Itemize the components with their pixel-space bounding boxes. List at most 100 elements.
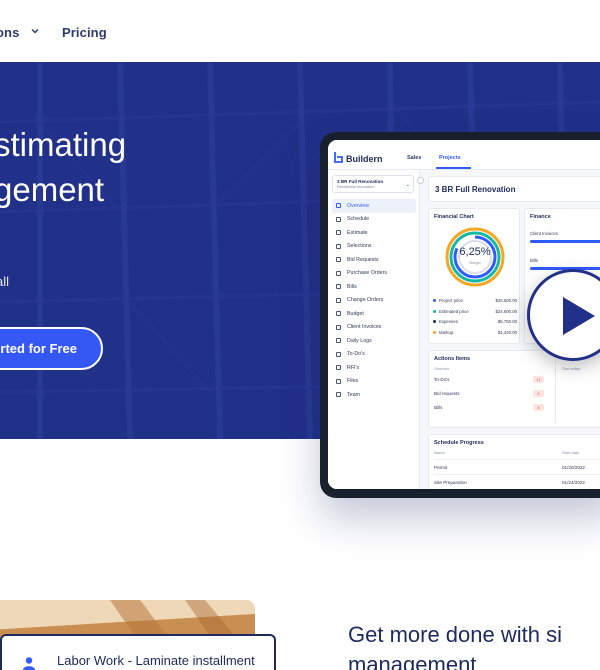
project-selector[interactable]: 3 BR Full Renovation Residential renovat… [332, 175, 414, 193]
sidebar-item-label: Purchase Orders [347, 270, 388, 277]
schedule-progress-card: Schedule Progress Name Start date Permit… [428, 434, 600, 489]
legend-dot [433, 320, 436, 323]
sidebar-item-label: Estimate [347, 229, 368, 236]
finance-client-invoices-label: Client Invoices [530, 231, 558, 236]
sidebar-item-label: To-Do's [347, 351, 365, 358]
legend-dot [433, 309, 436, 313]
financial-chart-card: Financial Chart 6,25% Margin Project pri… [428, 208, 520, 344]
sidebar-item-label: Daily Logs [347, 337, 372, 344]
margin-value: 6,25% [459, 246, 491, 258]
task-card[interactable]: Labor Work - Laminate installment [0, 634, 276, 670]
action-item-label: Bills [434, 405, 443, 410]
schedule-start-column-header: Start date [562, 450, 580, 455]
hero-title: stimating gement [0, 126, 127, 208]
sidebar-item-label: Client Invoices [347, 324, 382, 331]
sidebar-item-label: Bid Requests [347, 256, 379, 263]
action-items-title: Actions Items [434, 356, 471, 362]
budget-icon [336, 311, 341, 316]
tab-sales[interactable]: Sales [407, 155, 421, 161]
sidebar-item-change-orders[interactable]: Change Orders [332, 294, 416, 308]
action-item-count-badge: 11 [533, 376, 544, 383]
action-item-row[interactable]: Bid requests 9 [434, 390, 544, 397]
sidebar-item-files[interactable]: Files [332, 375, 416, 389]
sidebar-item-label: Overview [347, 202, 370, 209]
play-icon [563, 297, 595, 335]
nav-pricing-link[interactable]: Pricing [62, 25, 107, 40]
app-sidebar: 3 BR Full Renovation Residential renovat… [328, 170, 424, 489]
sidebar-menu: Overview Schedule Estimate Selections Bid Re… [332, 199, 416, 402]
chevron-down-icon: ⌄ [405, 182, 410, 188]
get-started-button[interactable]: rted for Free [0, 327, 103, 370]
task-title: Labor Work - Laminate installment [57, 653, 255, 668]
financial-legend-row: Project price $25,600.00 [433, 297, 517, 305]
legend-amount: $5,750.00 [497, 319, 517, 324]
schedule-task-name: Permit [434, 465, 448, 470]
finance-title: Finance [530, 214, 551, 220]
sidebar-item-bills[interactable]: Bills [332, 280, 416, 294]
chevron-down-icon[interactable] [31, 27, 39, 35]
divider [555, 361, 556, 423]
finance-bills-label: Bills [530, 258, 538, 263]
sidebar-item-label: Files [347, 378, 359, 385]
legend-label: Markup [439, 329, 454, 335]
finance-client-invoices-bar [530, 240, 600, 243]
action-item-label: To-Do's [434, 377, 450, 382]
sidebar-item-label: Budget [347, 310, 364, 317]
app-logo-text: Buildern [346, 154, 383, 164]
legend-label: Project price [439, 298, 463, 303]
margin-label: Margin [469, 261, 481, 265]
logs-icon [336, 338, 341, 343]
sidebar-item-label: Schedule [347, 216, 370, 223]
tab-projects[interactable]: Projects [439, 155, 461, 161]
calendar-icon [336, 216, 341, 222]
financial-legend-row: Estimated price $24,600.00 [433, 308, 517, 316]
sidebar-item-client-invoices[interactable]: Client Invoices [332, 321, 416, 335]
action-item-row[interactable]: To-Do's 11 [434, 376, 544, 383]
todo-icon [336, 351, 341, 357]
schedule-progress-title: Schedule Progress [434, 440, 484, 446]
schedule-row[interactable]: Permit 01/20/2022 [434, 459, 600, 473]
project-selector-name: 3 BR Full Renovation [337, 179, 384, 184]
legend-dot [433, 330, 436, 334]
sidebar-item-label: Team [347, 391, 360, 398]
bills-icon [336, 284, 341, 289]
sidebar-item-label: RFI's [347, 364, 360, 371]
legend-label: Expenses [439, 319, 458, 324]
sidebar-item-bid-requests[interactable]: Bid Requests [332, 253, 416, 267]
action-item-count-badge: 9 [533, 390, 544, 397]
sidebar-item-purchase-orders[interactable]: Purchase Orders [332, 267, 416, 281]
financial-chart-title: Financial Chart [434, 214, 474, 220]
sidebar-item-rfi-s[interactable]: RFI's [332, 361, 416, 375]
financial-legend-row: Expenses $5,750.00 [433, 318, 517, 326]
project-selector-type: Residential renovation [337, 185, 375, 189]
legend-dot [433, 299, 436, 302]
section-heading: Get more done with si management [348, 622, 562, 670]
selections-icon [336, 243, 341, 249]
overview-icon [336, 203, 341, 208]
sidebar-item-budget[interactable]: Budget [332, 307, 416, 321]
schedule-row[interactable]: Site Preparation 01/24/2022 [434, 474, 600, 488]
financial-legend-row: Markup $1,440.00 [433, 329, 517, 337]
sidebar-item-daily-logs[interactable]: Daily Logs [332, 334, 416, 348]
bid-icon [336, 257, 341, 262]
legend-amount: $24,600.00 [495, 308, 517, 314]
sidebar-item-overview[interactable]: Overview [332, 199, 416, 213]
buildern-logo-icon [334, 152, 343, 163]
nav-solutions-link[interactable]: ons [0, 25, 19, 40]
action-item-label: Bid requests [434, 391, 460, 396]
legend-label: Estimated price [439, 308, 469, 314]
sidebar-item-estimate[interactable]: Estimate [332, 226, 416, 240]
sidebar-item-to-do-s[interactable]: To-Do's [332, 348, 416, 362]
cart-icon [336, 270, 341, 276]
sidebar-item-team[interactable]: Team [332, 388, 416, 402]
overdue-column-header: Overdue [434, 366, 450, 371]
active-tab-indicator [436, 167, 471, 169]
sidebar-item-label: Bills [347, 283, 357, 290]
action-item-row[interactable]: Bills 8 [434, 404, 544, 411]
page-title-bar: 3 BR Full Renovation [428, 176, 600, 202]
action-items-card: Actions Items Overdue Due today To-Do's … [428, 350, 600, 428]
hero-subtitle: all [0, 274, 10, 289]
sidebar-item-selections[interactable]: Selections [332, 240, 416, 254]
sidebar-item-schedule[interactable]: Schedule [332, 213, 416, 227]
user-icon [23, 657, 35, 670]
